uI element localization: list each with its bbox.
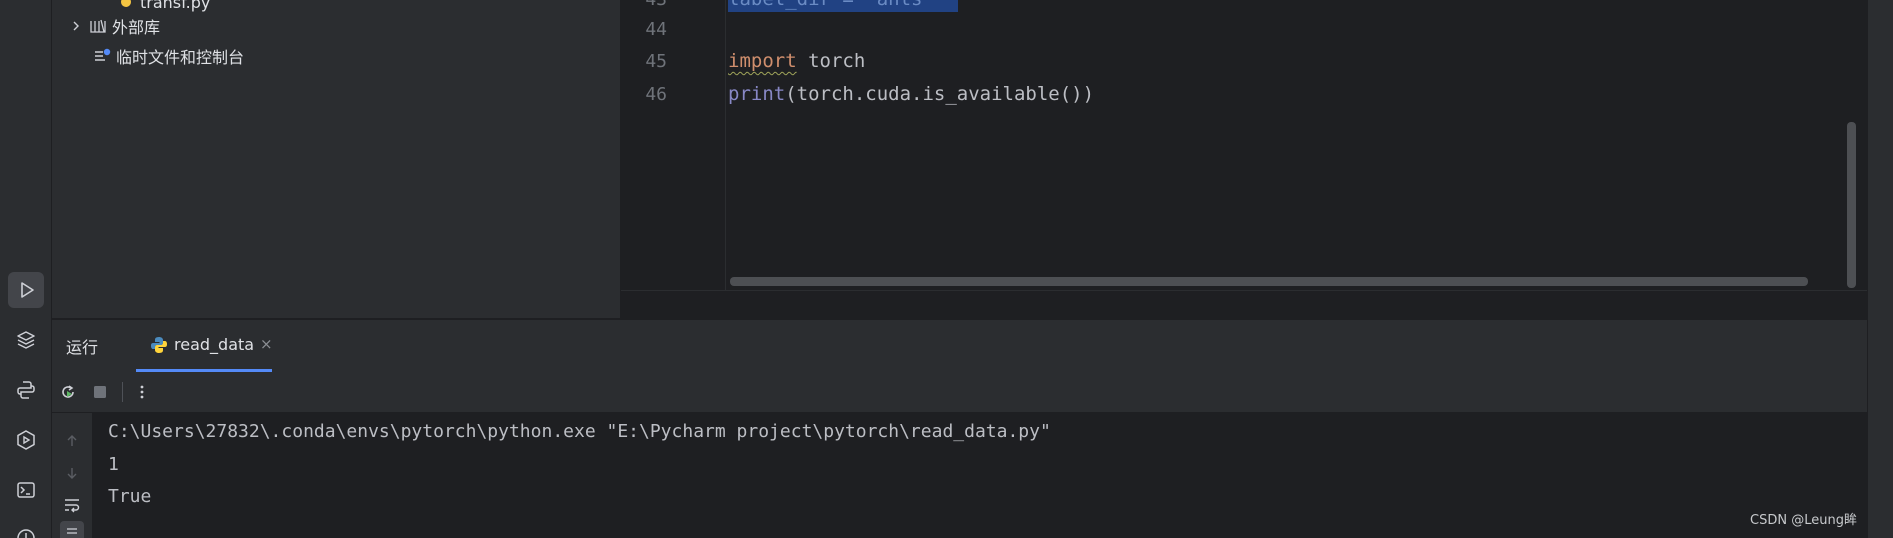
python-icon: [150, 336, 168, 358]
tree-item-scratches[interactable]: 临时文件和控制台: [92, 42, 244, 70]
code-text: (torch.cuda.is_available()): [785, 83, 1095, 105]
layers-tool-button[interactable]: [8, 322, 44, 358]
ide-window: transf.py 外部库 临时文件和控制台 43 44 45 46 label…: [0, 0, 1893, 538]
console-line: 1: [108, 454, 119, 475]
right-tool-strip: [1867, 0, 1893, 538]
rerun-button[interactable]: [58, 382, 78, 402]
terminal-tool-button[interactable]: [8, 472, 44, 508]
arrow-down-icon: [67, 468, 77, 479]
code-line-45: import torch: [728, 45, 865, 78]
library-icon: [88, 16, 108, 36]
console-output[interactable]: C:\Users\27832\.conda\envs\pytorch\pytho…: [92, 413, 1868, 538]
line-number: 45: [645, 51, 667, 72]
problems-tool-button[interactable]: [8, 520, 44, 538]
soft-wrap-button[interactable]: [60, 493, 84, 517]
horizontal-scrollbar[interactable]: [730, 277, 1808, 286]
services-tool-button[interactable]: [8, 422, 44, 458]
tree-item-external-libraries[interactable]: 外部库: [68, 12, 160, 40]
scratches-icon: [92, 46, 112, 66]
tab-read-data[interactable]: read_data ×: [136, 320, 273, 372]
terminal-icon: [17, 482, 35, 498]
run-tool-button[interactable]: [8, 272, 44, 308]
tree-item-label: 外部库: [112, 18, 161, 37]
project-panel: transf.py 外部库 临时文件和控制台: [52, 0, 621, 318]
close-icon[interactable]: ×: [260, 335, 273, 353]
python-console-icon: [17, 381, 35, 399]
python-console-button[interactable]: [8, 372, 44, 408]
tool-window-bar: [0, 0, 52, 538]
console-line: C:\Users\27832\.conda\envs\pytorch\pytho…: [108, 421, 1051, 442]
services-icon: [17, 430, 35, 450]
run-icon: [21, 282, 34, 298]
run-panel-header: 运行 read_data ×: [52, 319, 1868, 373]
arrow-up-icon: [67, 435, 77, 446]
tab-label: read_data: [174, 335, 255, 354]
run-toolbar: [52, 372, 1868, 413]
chevron-right-icon[interactable]: [68, 18, 84, 34]
editor-footer: [621, 290, 1868, 319]
scroll-down-button[interactable]: [60, 461, 84, 485]
vertical-scrollbar[interactable]: [1847, 122, 1856, 288]
line-number: 46: [645, 84, 667, 105]
stop-icon: [94, 386, 106, 398]
line-number: 44: [645, 19, 667, 40]
more-vertical-icon: [140, 385, 144, 399]
console-side-toolbar: [52, 413, 92, 538]
layers-icon: [17, 331, 35, 349]
code-line-46: print(torch.cuda.is_available()): [728, 78, 1094, 111]
watermark: CSDN @Leung眸: [1750, 513, 1857, 528]
rerun-icon: [62, 385, 74, 398]
tree-item-label: 临时文件和控制台: [116, 48, 245, 67]
toolbar-separator: [122, 382, 123, 402]
soft-wrap-icon: [65, 499, 80, 513]
run-panel-title: 运行: [66, 338, 99, 357]
builtin-print: print: [728, 83, 786, 105]
scroll-to-end-button[interactable]: [60, 521, 84, 538]
line-number-gutter: 43 44 45 46: [621, 0, 726, 290]
keyword-import: import: [728, 50, 797, 72]
code-text: torch: [796, 50, 866, 72]
scroll-up-button[interactable]: [60, 429, 84, 453]
python-file-icon: [116, 0, 136, 12]
code-line-43: label_dir = 'ants': [728, 0, 934, 16]
stop-button[interactable]: [90, 382, 110, 402]
tree-item-label: transf.py: [140, 0, 211, 12]
console-line: True: [108, 486, 152, 507]
problems-icon: [17, 529, 35, 538]
more-options-button[interactable]: [132, 382, 152, 402]
code-editor[interactable]: 43 44 45 46 label_dir = 'ants' import to…: [621, 0, 1868, 290]
scroll-to-end-icon: [67, 528, 77, 534]
